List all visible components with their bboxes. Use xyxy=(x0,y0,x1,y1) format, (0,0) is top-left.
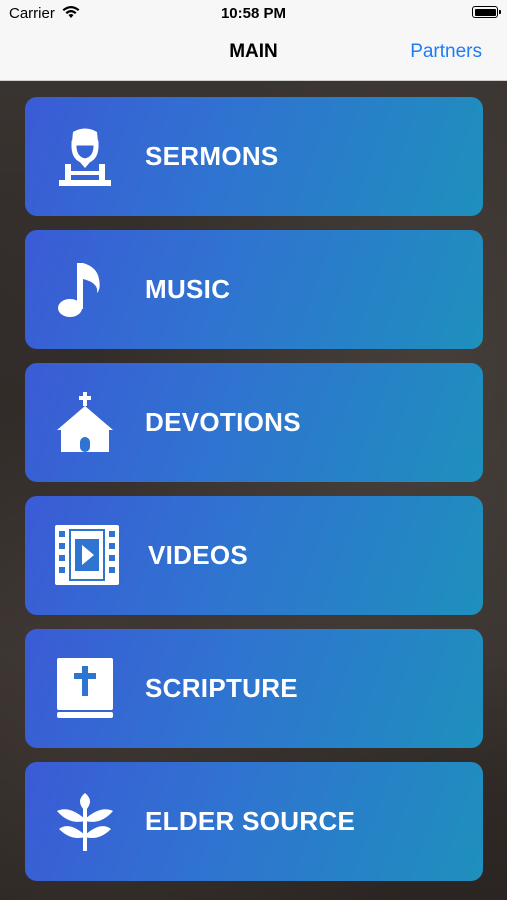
menu-item-label: SCRIPTURE xyxy=(145,673,298,703)
battery-icon xyxy=(472,6,501,18)
menu-item-scripture[interactable]: SCRIPTURE xyxy=(25,629,483,748)
music-note-icon xyxy=(55,259,115,319)
preacher-icon xyxy=(55,126,115,186)
menu-item-videos[interactable]: VIDEOS xyxy=(25,496,483,615)
church-icon xyxy=(55,392,115,452)
bible-icon xyxy=(55,658,115,718)
status-bar: Carrier 10:58 PM xyxy=(0,0,507,28)
menu-item-label: MUSIC xyxy=(145,274,231,304)
menu-item-music[interactable]: MUSIC xyxy=(25,230,483,349)
menu-item-label: VIDEOS xyxy=(148,540,249,570)
menu-item-label: ELDER SOURCE xyxy=(145,806,356,836)
navigation-bar: MAIN Partners xyxy=(0,28,507,81)
menu-item-label: DEVOTIONS xyxy=(145,407,301,437)
status-time: 10:58 PM xyxy=(220,5,287,22)
menu-item-sermons[interactable]: SERMONS xyxy=(25,97,483,216)
partners-button[interactable]: Partners xyxy=(410,41,482,63)
menu-item-label: SERMONS xyxy=(145,141,279,171)
menu-item-devotions[interactable]: DEVOTIONS xyxy=(25,363,483,482)
video-film-icon xyxy=(55,525,119,585)
plant-icon xyxy=(55,791,115,851)
menu-item-elder-source[interactable]: ELDER SOURCE xyxy=(25,762,483,881)
